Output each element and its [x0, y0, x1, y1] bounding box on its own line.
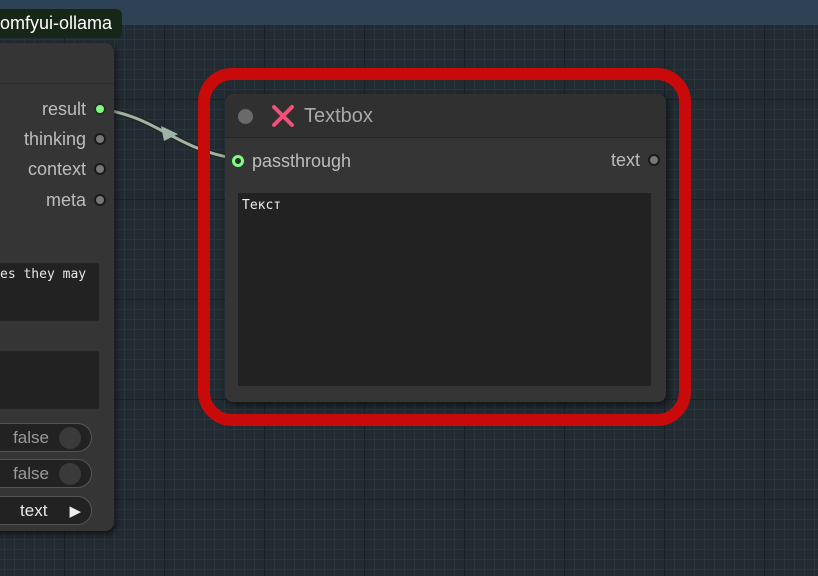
textbox-textarea[interactable]: Текст: [238, 193, 651, 386]
output-socket-thinking[interactable]: [94, 133, 106, 145]
output-socket-meta[interactable]: [94, 194, 106, 206]
toggle-1-knob[interactable]: [59, 426, 81, 449]
output-label-thinking: thinking: [23, 128, 86, 149]
output-thinking[interactable]: thinking: [24, 128, 106, 150]
ollama-node[interactable]: result thinking context meta es they may…: [0, 43, 114, 531]
input-label-passthrough: passthrough: [252, 150, 352, 171]
output-socket-text[interactable]: [648, 154, 660, 166]
textbox-node-titlebar[interactable]: Textbox: [225, 94, 666, 138]
textbox-value: Текст: [242, 198, 282, 213]
output-meta[interactable]: meta: [46, 189, 106, 211]
system-textarea[interactable]: [0, 351, 99, 409]
node-title: Textbox: [304, 105, 373, 127]
collapse-dot-icon[interactable]: [238, 109, 253, 124]
toggle-1-value: false: [13, 427, 49, 447]
close-icon[interactable]: [271, 104, 295, 128]
output-socket-context[interactable]: [94, 163, 106, 175]
output-context[interactable]: context: [28, 158, 106, 180]
format-combo[interactable]: text ▶: [0, 496, 92, 525]
output-socket-result[interactable]: [94, 103, 106, 115]
input-passthrough[interactable]: passthrough: [232, 150, 351, 172]
output-text[interactable]: text: [611, 149, 660, 171]
toggle-widget-1[interactable]: false: [0, 423, 92, 452]
output-label-text: text: [610, 149, 640, 170]
prompt-text: es they may: [0, 267, 87, 282]
output-result[interactable]: result: [42, 98, 106, 120]
combo-value: text: [20, 500, 48, 520]
textbox-node[interactable]: Textbox passthrough text Текст: [225, 94, 666, 402]
output-label-context: context: [27, 158, 86, 179]
prompt-textarea[interactable]: es they may: [0, 263, 99, 321]
toggle-widget-2[interactable]: false: [0, 459, 92, 488]
group-title[interactable]: omfyui-ollama: [0, 9, 123, 38]
output-label-meta: meta: [45, 189, 86, 210]
toggle-2-value: false: [13, 463, 49, 483]
input-socket-passthrough[interactable]: [232, 155, 244, 167]
toggle-2-knob[interactable]: [59, 462, 81, 485]
play-arrow-icon[interactable]: ▶: [69, 502, 81, 520]
output-label-result: result: [41, 98, 86, 119]
